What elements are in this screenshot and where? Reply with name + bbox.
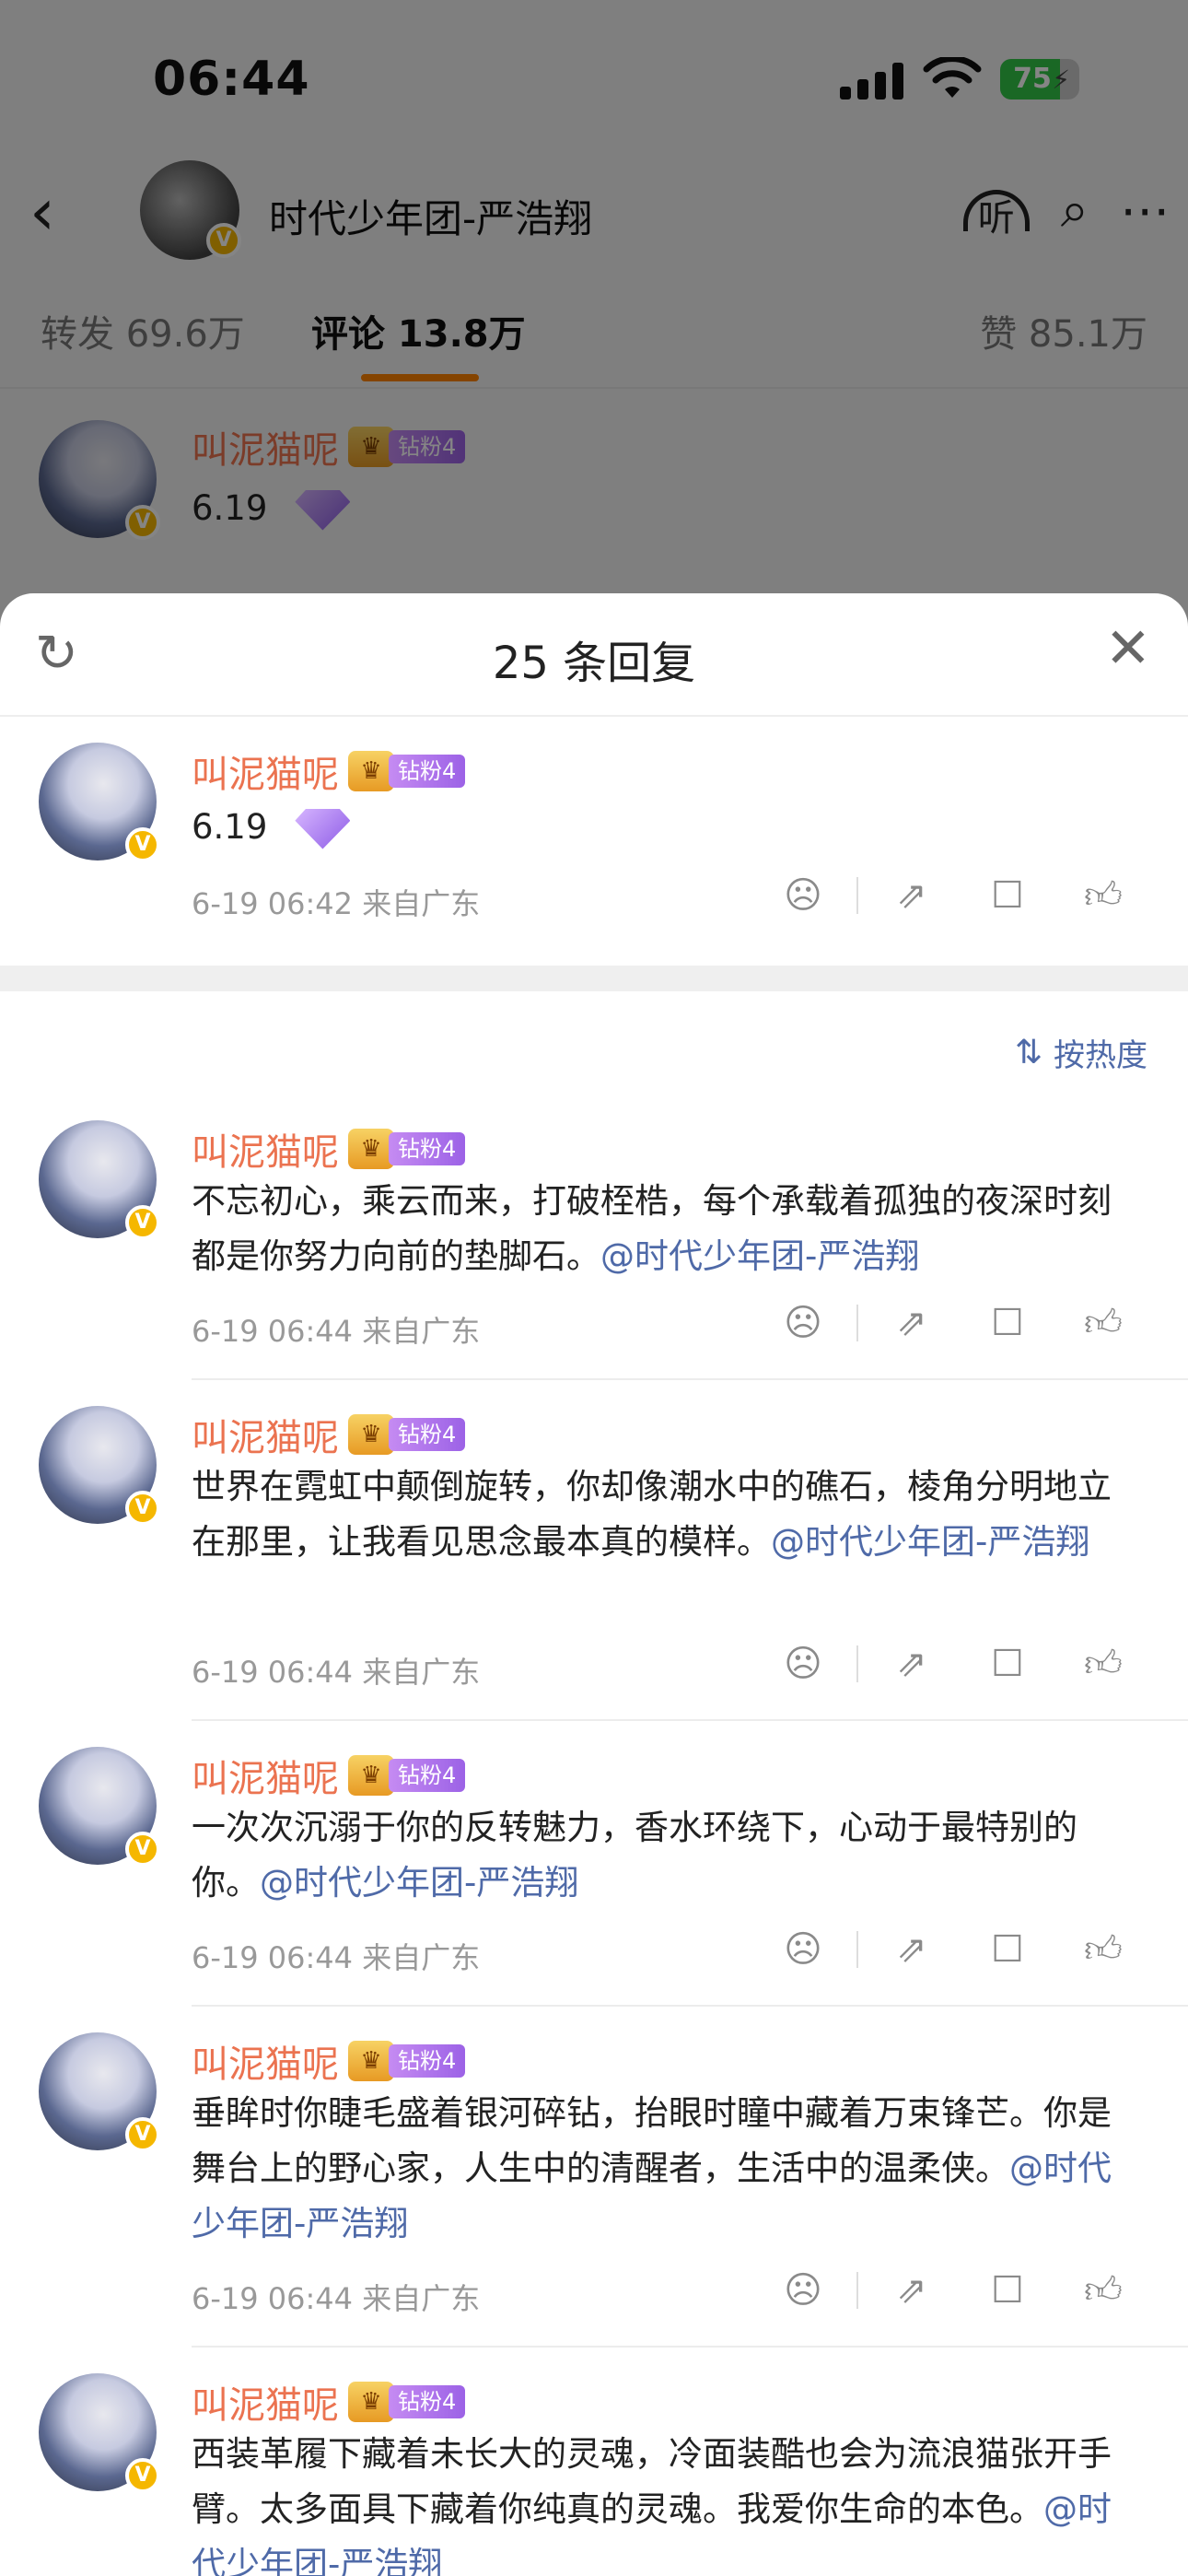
replies-sheet: ↻ 25 条回复 ✕ V 叫泥猫呢 ♛ 钻粉4 6.19 6-19 06:42 … xyxy=(0,593,1188,2576)
like-icon[interactable]: 👍︎ xyxy=(1055,873,1151,918)
sort-button[interactable]: ⇅ 按热度 xyxy=(1015,1030,1147,1075)
dislike-icon[interactable]: ☹ xyxy=(755,1643,851,1685)
avatar[interactable]: V xyxy=(39,2032,160,2152)
like-icon[interactable]: 👍︎ xyxy=(1055,1927,1151,1972)
share-icon[interactable]: ⇗ xyxy=(864,1928,960,1971)
reply-text: 不忘初心，乘云而来，打破桎梏，每个承载着孤独的夜深时刻都是你努力向前的垫脚石。@… xyxy=(192,1174,1140,1284)
reply-meta: 6-19 06:44 来自广东 xyxy=(192,1940,481,1975)
username[interactable]: 叫泥猫呢 xyxy=(192,1749,339,1802)
reply-actions: ☹ ⇗ ☐ 👍︎ xyxy=(755,1301,1151,1345)
like-icon[interactable]: 👍︎ xyxy=(1055,1301,1151,1345)
fan-level-badge: 钻粉4 xyxy=(389,2385,466,2418)
fan-level-badge: 钻粉4 xyxy=(389,2044,466,2078)
comment-icon[interactable]: ☐ xyxy=(960,874,1055,917)
divider xyxy=(192,1378,1188,1380)
username[interactable]: 叫泥猫呢 xyxy=(192,1122,339,1176)
avatar[interactable]: V xyxy=(39,743,160,862)
dislike-icon[interactable]: ☹ xyxy=(755,874,851,917)
verified-badge-icon: V xyxy=(125,1491,160,1526)
reply-text-value: 垂眸时你睫毛盛着银河碎钻，抬眼时瞳中藏着万束锋芒。你是舞台上的野心家，人生中的清… xyxy=(192,2093,1112,2188)
crown-icon: ♛ xyxy=(348,751,394,791)
reply-meta: 6-19 06:44 来自广东 xyxy=(192,1314,481,1349)
share-icon[interactable]: ⇗ xyxy=(864,874,960,917)
divider xyxy=(192,2346,1188,2348)
comment-text-value: 6.19 xyxy=(192,807,268,847)
crown-icon: ♛ xyxy=(348,1755,394,1796)
avatar[interactable]: V xyxy=(39,1120,160,1240)
sort-label: 按热度 xyxy=(1054,1037,1147,1074)
verified-badge-icon: V xyxy=(125,1832,160,1867)
crown-icon: ♛ xyxy=(348,1414,394,1455)
sort-icon: ⇅ xyxy=(1014,1034,1042,1071)
like-icon[interactable]: 👍︎ xyxy=(1055,2268,1151,2313)
username[interactable]: 叫泥猫呢 xyxy=(192,2375,339,2429)
reply-text: 垂眸时你睫毛盛着银河碎钻，抬眼时瞳中藏着万束锋芒。你是舞台上的野心家，人生中的清… xyxy=(192,2086,1140,2252)
mention-link[interactable]: @时代少年团-严浩翔 xyxy=(600,1236,919,1276)
divider xyxy=(192,2005,1188,2007)
dislike-icon[interactable]: ☹ xyxy=(755,1302,851,1344)
comment-icon[interactable]: ☐ xyxy=(960,1928,1055,1971)
comment-icon[interactable]: ☐ xyxy=(960,1643,1055,1685)
name-row: 叫泥猫呢 ♛ 钻粉4 xyxy=(192,1752,466,1800)
sheet-title: 25 条回复 xyxy=(492,638,696,689)
avatar[interactable]: V xyxy=(39,1747,160,1867)
verified-badge-icon: V xyxy=(125,1205,160,1240)
name-row: 叫泥猫呢 ♛ 钻粉4 xyxy=(192,2038,466,2086)
reply-actions: ☹ ⇗ ☐ 👍︎ xyxy=(755,1927,1151,1972)
crown-icon: ♛ xyxy=(348,2382,394,2422)
sheet-header: ↻ 25 条回复 ✕ xyxy=(0,593,1188,717)
reply-actions: ☹ ⇗ ☐ 👍︎ xyxy=(755,1642,1151,1686)
mention-link[interactable]: @时代少年团-严浩翔 xyxy=(771,1522,1089,1562)
fan-level-badge: 钻粉4 xyxy=(389,755,466,788)
comment-icon[interactable]: ☐ xyxy=(960,2269,1055,2312)
avatar[interactable]: V xyxy=(39,2373,160,2493)
verified-badge-icon: V xyxy=(125,2117,160,2152)
share-icon[interactable]: ⇗ xyxy=(864,1302,960,1344)
verified-badge-icon: V xyxy=(125,2458,160,2493)
crown-icon: ♛ xyxy=(348,1129,394,1169)
comment-text: 6.19 xyxy=(192,800,1140,855)
fan-level-badge: 钻粉4 xyxy=(389,1132,466,1165)
username[interactable]: 叫泥猫呢 xyxy=(192,2034,339,2088)
separator xyxy=(856,1931,858,1968)
fan-level-badge: 钻粉4 xyxy=(389,1759,466,1792)
section-separator xyxy=(0,966,1188,991)
comment-icon[interactable]: ☐ xyxy=(960,1302,1055,1344)
verified-badge-icon: V xyxy=(125,827,160,862)
reply-actions: ☹ ⇗ ☐ 👍︎ xyxy=(755,2268,1151,2313)
name-row: 叫泥猫呢 ♛ 钻粉4 xyxy=(192,1126,466,1174)
mention-link[interactable]: @时代少年团-严浩翔 xyxy=(260,1863,578,1903)
reply-meta: 6-19 06:44 来自广东 xyxy=(192,2281,481,2316)
name-row: 叫泥猫呢 ♛ 钻粉4 xyxy=(192,2379,466,2427)
reply-text: 西装革履下藏着未长大的灵魂，冷面装酷也会为流浪猫张开手臂。太多面具下藏着你纯真的… xyxy=(192,2427,1140,2576)
separator xyxy=(856,877,858,914)
share-icon[interactable]: ⇗ xyxy=(864,1643,960,1685)
reply-text: 一次次沉溺于你的反转魅力，香水环绕下，心动于最特别的你。@时代少年团-严浩翔 xyxy=(192,1800,1140,1911)
separator xyxy=(856,1305,858,1341)
divider xyxy=(192,1719,1188,1721)
fan-level-badge: 钻粉4 xyxy=(389,1418,466,1451)
close-icon[interactable]: ✕ xyxy=(1105,621,1151,676)
comment-meta: 6-19 06:42 来自广东 xyxy=(192,886,481,921)
reply-text-value: 西装革履下藏着未长大的灵魂，冷面装酷也会为流浪猫张开手臂。太多面具下藏着你纯真的… xyxy=(192,2434,1112,2529)
share-icon[interactable]: ⇗ xyxy=(864,2269,960,2312)
dislike-icon[interactable]: ☹ xyxy=(755,2269,851,2312)
name-row: 叫泥猫呢 ♛ 钻粉4 xyxy=(192,1408,466,1461)
comment-actions: ☹ ⇗ ☐ 👍︎ xyxy=(755,873,1151,918)
reply-meta: 6-19 06:44 来自广东 xyxy=(192,1655,481,1690)
username[interactable]: 叫泥猫呢 xyxy=(192,744,339,798)
dislike-icon[interactable]: ☹ xyxy=(755,1928,851,1971)
name-row: 叫泥猫呢 ♛ 钻粉4 xyxy=(192,748,466,796)
username[interactable]: 叫泥猫呢 xyxy=(192,1408,339,1461)
reply-text: 世界在霓虹中颠倒旋转，你却像潮水中的礁石，棱角分明地立在那里，让我看见思念最本真… xyxy=(192,1459,1140,1570)
separator xyxy=(856,1645,858,1682)
like-icon[interactable]: 👍︎ xyxy=(1055,1642,1151,1686)
avatar[interactable]: V xyxy=(39,1406,160,1526)
crown-icon: ♛ xyxy=(348,2041,394,2081)
diamond-sticker-icon xyxy=(295,808,351,849)
separator xyxy=(856,2272,858,2309)
